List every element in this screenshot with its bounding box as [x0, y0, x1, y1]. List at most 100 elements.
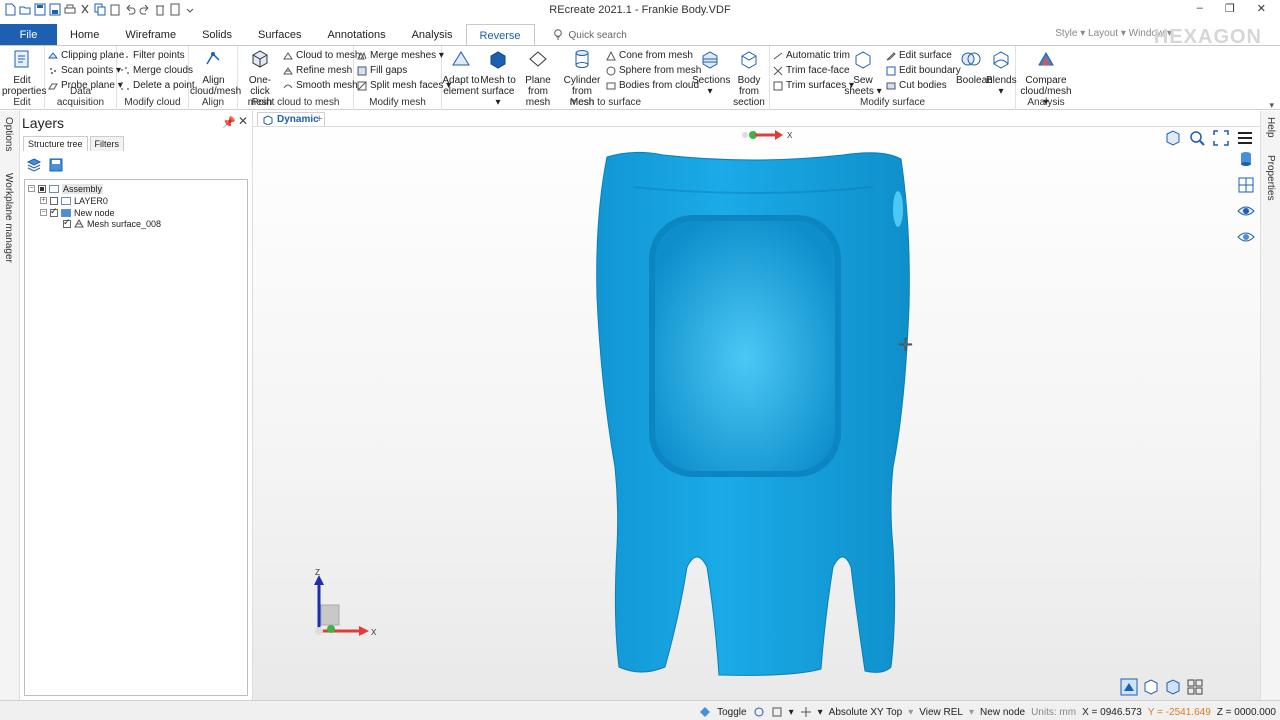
- clipping-plane-button[interactable]: Clipping plane: [48, 49, 124, 62]
- quick-search-label: Quick search: [568, 29, 627, 41]
- tab-file[interactable]: File: [0, 24, 57, 46]
- checkbox[interactable]: [50, 206, 58, 217]
- pin-icon[interactable]: 📌: [222, 116, 236, 129]
- blends-button[interactable]: Blends ▾: [986, 48, 1017, 97]
- merge-clouds-icon: [121, 66, 129, 74]
- quick-search[interactable]: Quick search: [553, 24, 627, 46]
- ribbon-expand-icon[interactable]: ▾: [1269, 100, 1274, 111]
- mesh-model[interactable]: [593, 147, 913, 677]
- smooth-mesh-icon: [283, 84, 293, 88]
- edit-properties-button[interactable]: Edit properties: [2, 48, 46, 97]
- wire-cube-icon[interactable]: [1142, 678, 1160, 696]
- save-layers-icon[interactable]: [48, 157, 64, 173]
- expand-icon[interactable]: +: [40, 197, 47, 204]
- restore-button[interactable]: ❐: [1225, 2, 1235, 15]
- tab-wireframe[interactable]: Wireframe: [112, 24, 189, 46]
- cloud-to-mesh-icon: [283, 51, 293, 59]
- menu-icon[interactable]: [1236, 129, 1254, 147]
- merge-meshes-button[interactable]: Merge meshes ▾: [357, 49, 451, 62]
- graphics-viewport[interactable]: Dynamic + X ✛ Z X: [253, 111, 1260, 700]
- merge-clouds-button[interactable]: Merge clouds: [120, 64, 195, 77]
- lightbulb-icon: [553, 29, 562, 40]
- snap-icon[interactable]: [753, 706, 765, 718]
- top-axis-gizmo[interactable]: X: [741, 127, 803, 141]
- tab-solids[interactable]: Solids: [189, 24, 245, 46]
- tab-filters[interactable]: Filters: [89, 136, 125, 151]
- align-cloud-mesh-button[interactable]: Align cloud/mesh: [190, 48, 241, 97]
- zoom-icon[interactable]: [1188, 129, 1206, 147]
- close-button[interactable]: ✕: [1257, 2, 1266, 15]
- sphere-from-mesh-icon: [606, 66, 616, 75]
- hidden-line-icon[interactable]: [1164, 678, 1182, 696]
- add-tab-button[interactable]: +: [316, 113, 322, 125]
- show-hidden-icon[interactable]: [1237, 228, 1255, 246]
- automatic-trim-icon: [773, 52, 783, 59]
- collapse-icon[interactable]: −: [28, 185, 35, 192]
- options-tab[interactable]: Options: [3, 117, 14, 151]
- layers-panel: Layers 📌 ✕ Structure tree Filters − Asse…: [20, 111, 253, 700]
- properties-tab[interactable]: Properties: [1265, 155, 1276, 201]
- close-panel-button[interactable]: ✕: [238, 114, 248, 128]
- cloud-to-mesh-button[interactable]: Cloud to mesh: [283, 49, 360, 62]
- tab-dynamic[interactable]: Dynamic: [257, 112, 325, 126]
- views-icon[interactable]: [1237, 176, 1255, 194]
- visibility-icon[interactable]: [1237, 202, 1255, 220]
- view-mode[interactable]: View REL: [919, 707, 963, 718]
- mesh-to-surface-icon: [490, 51, 506, 69]
- sphere-from-mesh-button[interactable]: Sphere from mesh: [606, 64, 701, 77]
- adapt-to-element-button[interactable]: Adapt to element: [442, 48, 480, 97]
- cone-from-mesh-button[interactable]: Cone from mesh: [606, 49, 701, 62]
- tree-row-new-node[interactable]: − New node: [40, 206, 115, 218]
- tab-annotations[interactable]: Annotations: [314, 24, 398, 46]
- active-node[interactable]: New node: [980, 707, 1025, 718]
- trim-surfaces-button[interactable]: Trim surfaces ▾: [773, 79, 854, 92]
- tab-analysis[interactable]: Analysis: [399, 24, 466, 46]
- sections-button[interactable]: Sections ▾: [692, 48, 730, 97]
- fit-view-icon[interactable]: [1212, 129, 1230, 147]
- bodies-from-cloud-button[interactable]: Bodies from cloud: [606, 79, 701, 92]
- trim-face-face-button[interactable]: Trim face-face: [773, 64, 854, 77]
- filter-points-button[interactable]: Filter points: [120, 49, 195, 62]
- grid-layout-icon[interactable]: [1186, 678, 1204, 696]
- workplane-manager-tab[interactable]: Workplane manager: [3, 173, 14, 263]
- tree-row-assembly[interactable]: − Assembly: [28, 183, 104, 194]
- tree-row-layer0[interactable]: + LAYER0: [40, 195, 108, 206]
- tab-reverse[interactable]: Reverse: [465, 24, 535, 46]
- sew-sheets-button[interactable]: Sew sheets ▾: [844, 48, 882, 97]
- layer-cylinder-icon[interactable]: [1237, 150, 1255, 168]
- help-tab[interactable]: Help: [1265, 117, 1276, 138]
- move-icon[interactable]: [800, 706, 812, 718]
- layers-stack-icon[interactable]: [26, 157, 42, 173]
- collapse-icon[interactable]: −: [40, 209, 47, 216]
- edit-surface-button[interactable]: Edit surface: [886, 49, 961, 62]
- delete-point-button[interactable]: Delete a point: [120, 79, 195, 92]
- minimize-button[interactable]: –: [1197, 2, 1203, 15]
- automatic-trim-button[interactable]: Automatic trim: [773, 49, 854, 62]
- dropdown-icon[interactable]: ▾: [789, 707, 794, 718]
- boolean-button[interactable]: Boolean: [956, 48, 993, 86]
- grid-snap-icon[interactable]: [771, 706, 783, 718]
- scan-points-button[interactable]: Scan points ▾: [48, 64, 124, 77]
- refine-mesh-button[interactable]: Refine mesh: [283, 64, 360, 77]
- smooth-mesh-button[interactable]: Smooth mesh: [283, 79, 360, 92]
- tree-row-mesh-surface[interactable]: Mesh surface_008: [63, 217, 161, 229]
- shaded-mode-icon[interactable]: [1120, 678, 1138, 696]
- tree-label: LAYER0: [74, 195, 108, 206]
- checkbox[interactable]: [38, 184, 46, 193]
- title-bar: REcreate 2021.1 - Frankie Body.VDF – ❐ ✕: [0, 0, 1280, 22]
- checkbox[interactable]: [50, 196, 58, 205]
- toggle-button[interactable]: Toggle: [717, 707, 746, 718]
- split-mesh-faces-button[interactable]: Split mesh faces ▾: [357, 79, 451, 92]
- fill-gaps-button[interactable]: Fill gaps: [357, 64, 451, 77]
- view-cube-icon[interactable]: [1164, 129, 1182, 147]
- checkbox[interactable]: [63, 217, 71, 228]
- group-label-align: Align: [201, 97, 225, 108]
- tab-surfaces[interactable]: Surfaces: [245, 24, 314, 46]
- dropdown-icon[interactable]: ▾: [818, 707, 823, 718]
- tab-structure-tree[interactable]: Structure tree: [23, 136, 88, 151]
- coordinate-mode[interactable]: Absolute XY Top: [829, 707, 903, 718]
- cut-bodies-button[interactable]: Cut bodies: [886, 79, 961, 92]
- edit-boundary-button[interactable]: Edit boundary: [886, 64, 961, 77]
- cube-icon: [263, 114, 273, 125]
- tab-home[interactable]: Home: [57, 24, 112, 46]
